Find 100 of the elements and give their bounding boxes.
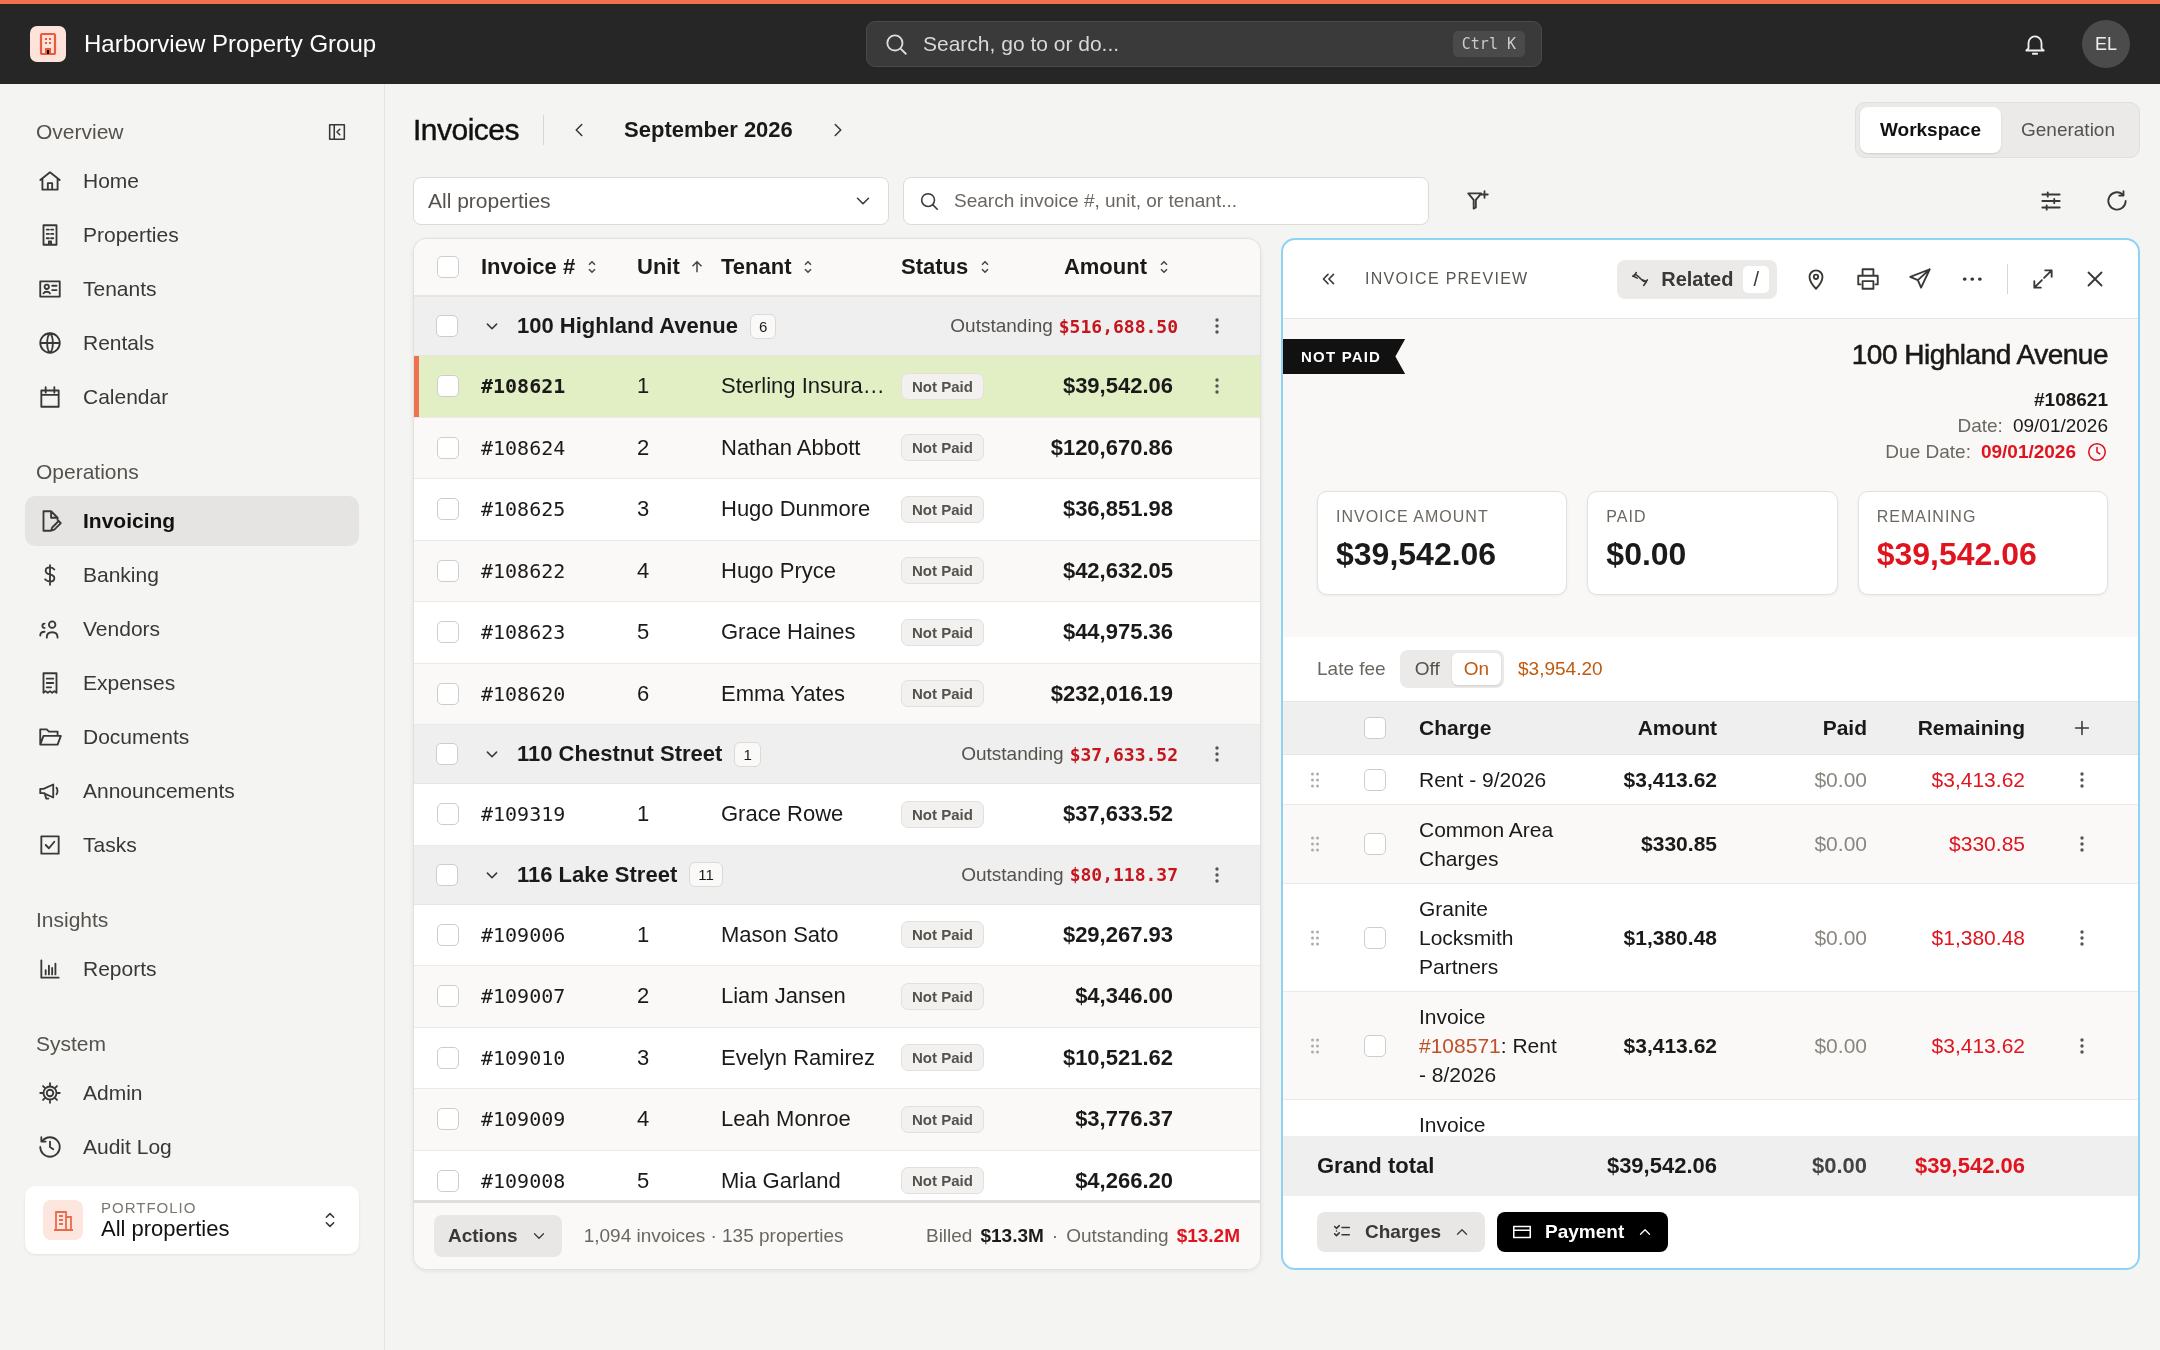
group-row[interactable]: 116 Lake Street 11 Outstanding $80,118.37 [414, 845, 1260, 905]
invoice-search-field[interactable]: Search invoice #, unit, or tenant... [903, 177, 1429, 225]
select-all-checkbox[interactable] [1364, 717, 1386, 739]
toggle-option[interactable]: On [1451, 653, 1502, 685]
invoice-row[interactable]: #108622 4 Hugo Pryce Not Paid $42,632.05 [414, 540, 1260, 602]
charge-name: Rent - 9/2026 [1418, 767, 1548, 793]
status-badge: Not Paid [901, 1105, 984, 1133]
checkbox[interactable] [436, 375, 459, 398]
nav-item[interactable]: Banking [25, 550, 359, 600]
more-icon[interactable] [1214, 744, 1220, 764]
related-button[interactable]: Related / [1617, 259, 1777, 299]
drag-handle-icon[interactable] [1310, 1037, 1320, 1054]
bar-chart-icon [37, 956, 63, 982]
more-icon[interactable] [1214, 864, 1220, 885]
checkbox[interactable] [1364, 833, 1386, 855]
status-badge: Not Paid [901, 680, 984, 708]
expand-icon[interactable] [2030, 266, 2056, 292]
nav-item[interactable]: Home [25, 156, 359, 206]
column-header[interactable]: Status [901, 254, 1021, 280]
unit-cell-text: 5 [637, 619, 651, 646]
invoice-row[interactable]: #108624 2 Nathan Abbott Not Paid $120,670.86 [414, 417, 1260, 479]
drag-handle-icon[interactable] [1310, 929, 1320, 946]
outstanding-label: Outstanding [961, 863, 1064, 886]
nav-item[interactable]: Calendar [25, 372, 359, 422]
invoice-row[interactable]: #109319 1 Grace Rowe Not Paid $37,633.52 [414, 784, 1260, 846]
tenant-cell-text: Mason Sato [721, 921, 840, 948]
more-icon[interactable] [2078, 834, 2085, 854]
nav-item[interactable]: Audit Log [25, 1122, 359, 1172]
group-row[interactable]: 110 Chestnut Street 1 Outstanding $37,633.52 [414, 725, 1260, 784]
portfolio-switcher[interactable]: PORTFOLIO All properties [25, 1186, 359, 1254]
checkbox[interactable] [436, 559, 459, 582]
shortcut-hint: Ctrl K [1452, 31, 1525, 57]
more-icon[interactable] [1213, 376, 1220, 397]
global-search-field[interactable]: Search, go to or do... Ctrl K [866, 21, 1542, 67]
nav-item[interactable]: Reports [25, 944, 359, 994]
checkbox[interactable] [436, 682, 459, 705]
user-avatar[interactable]: EL [2082, 20, 2130, 68]
checkbox[interactable] [436, 436, 459, 459]
nav-item[interactable]: Tenants [25, 264, 359, 314]
view-tab[interactable]: Generation [2001, 107, 2135, 153]
dropdown-button[interactable]: Payment [1497, 1212, 1669, 1252]
checkbox[interactable] [436, 803, 459, 826]
checkbox[interactable] [436, 621, 459, 644]
drag-handle-icon[interactable] [1310, 836, 1320, 852]
nav-item[interactable]: Tasks [25, 820, 359, 870]
view-tab[interactable]: Workspace [1859, 107, 2001, 153]
more-icon[interactable] [2078, 927, 2085, 948]
select-all-checkbox[interactable] [436, 256, 459, 278]
group-name: 116 Lake Street [517, 861, 678, 888]
checkbox[interactable] [1364, 1034, 1386, 1057]
sliders-icon[interactable] [2038, 188, 2064, 214]
checkbox[interactable] [436, 1046, 459, 1069]
nav-item[interactable]: Announcements [25, 766, 359, 816]
invoice-link[interactable]: #108571 [1419, 1034, 1501, 1057]
invoice-row[interactable]: #108620 6 Emma Yates Not Paid $232,016.19 [414, 663, 1260, 725]
checkbox[interactable] [436, 923, 459, 946]
more-icon[interactable] [2078, 1035, 2085, 1056]
checkbox[interactable] [436, 498, 459, 521]
column-header[interactable]: Unit [637, 254, 721, 280]
checkbox[interactable] [1364, 926, 1386, 949]
column-header[interactable]: Invoice # [481, 254, 637, 280]
column-header[interactable]: Amount [1021, 254, 1173, 280]
property-select[interactable]: All properties [413, 177, 889, 225]
nav-item[interactable]: Expenses [25, 658, 359, 708]
sidebar-toggle-icon[interactable] [326, 121, 348, 143]
invoice-row[interactable]: #108623 5 Grace Haines Not Paid $44,975.36 [414, 602, 1260, 664]
refresh-icon[interactable] [2104, 188, 2130, 214]
checkbox[interactable] [436, 743, 458, 765]
column-header: Remaining [1916, 716, 2025, 740]
nav-item[interactable]: Rentals [25, 318, 359, 368]
actions-button[interactable]: Actions [434, 1215, 562, 1257]
nav-item[interactable]: Documents [25, 712, 359, 762]
dropdown-button[interactable]: Charges [1317, 1212, 1486, 1252]
more-icon[interactable] [1214, 316, 1220, 336]
nav-item[interactable]: Properties [25, 210, 359, 260]
more-icon[interactable] [2078, 769, 2085, 790]
panel-title: INVOICE PREVIEW [1365, 270, 1529, 288]
drag-handle-icon[interactable] [1310, 771, 1320, 788]
date-label: Date: [1957, 415, 2003, 437]
invoice-row[interactable]: #108625 3 Hugo Dunmore Not Paid $36,851.98 [414, 479, 1260, 541]
column-header[interactable]: Tenant [721, 254, 901, 280]
checkbox[interactable] [436, 1108, 459, 1131]
checkbox[interactable] [436, 1169, 459, 1192]
nav-item[interactable]: Vendors [25, 604, 359, 654]
checkbox[interactable] [436, 863, 458, 886]
nav-item[interactable]: Admin [25, 1068, 359, 1118]
printer-icon[interactable] [1855, 266, 1881, 292]
checkbox[interactable] [436, 985, 459, 1008]
invoice-row[interactable]: #109007 2 Liam Jansen Not Paid $4,346.00 [414, 966, 1260, 1028]
invoice-number: #108622 [481, 558, 567, 583]
group-row[interactable]: 100 Highland Avenue 6 Outstanding $516,688.50 [414, 297, 1260, 356]
invoice-number: #108623 [481, 620, 567, 645]
invoice-row[interactable]: #108621 1 Sterling Insura… Not Paid $39,542.06 [414, 356, 1260, 418]
toggle-option[interactable]: Off [1402, 653, 1452, 685]
unit-cell-text: 2 [637, 434, 651, 461]
checkbox[interactable] [436, 315, 458, 337]
nav-item[interactable]: Invoicing [25, 496, 359, 546]
outstanding-label: Outstanding [1066, 1225, 1169, 1247]
invoice-row[interactable]: #109009 4 Leah Monroe Not Paid $3,776.37 [414, 1089, 1260, 1151]
checkbox[interactable] [1364, 768, 1386, 791]
